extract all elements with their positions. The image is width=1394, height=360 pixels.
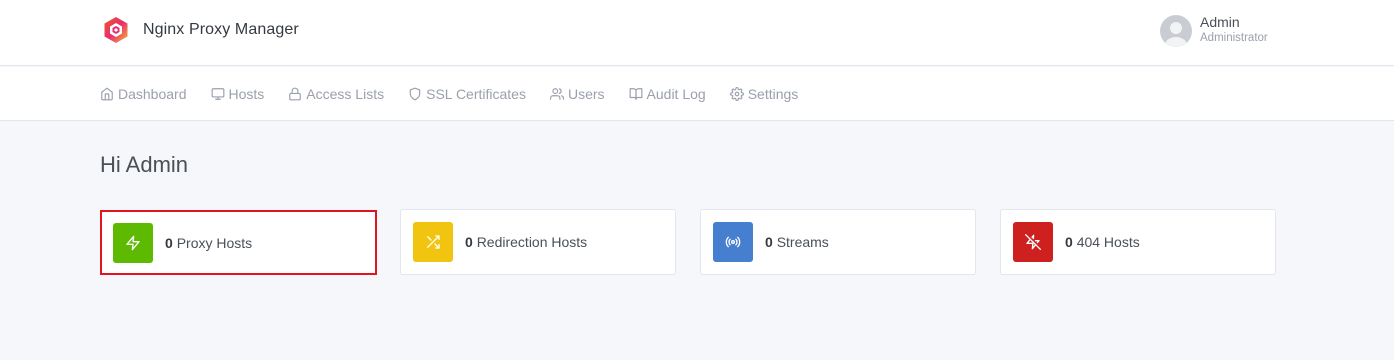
nav-item-label: Users bbox=[567, 86, 605, 102]
nginx-proxy-manager-logo-icon bbox=[104, 17, 128, 43]
stat-card-redirection-hosts[interactable]: 0 Redirection Hosts bbox=[400, 209, 676, 275]
stat-count: 0 bbox=[1065, 234, 1073, 250]
nav-item-audit-log[interactable]: Audit Log bbox=[629, 86, 706, 102]
main-nav: Dashboard Hosts Access Lists SSL Certifi… bbox=[100, 67, 822, 121]
settings-icon bbox=[729, 87, 744, 101]
users-icon bbox=[549, 88, 564, 100]
stat-count: 0 bbox=[465, 234, 473, 250]
nav-item-access-lists[interactable]: Access Lists bbox=[288, 86, 384, 102]
app-title: Nginx Proxy Manager bbox=[143, 21, 299, 38]
stat-icon-box bbox=[113, 222, 153, 263]
page-title: Hi Admin bbox=[100, 152, 189, 177]
nav-item-label: Audit Log bbox=[646, 86, 706, 102]
stat-icon-box bbox=[413, 222, 453, 262]
stat-icon-box bbox=[1013, 222, 1053, 262]
header: Nginx Proxy Manager Admin Administrator bbox=[0, 0, 1394, 66]
stat-name: Redirection Hosts bbox=[476, 234, 588, 250]
nav-item-ssl-certificates[interactable]: SSL Certificates bbox=[408, 86, 526, 102]
stat-name: 404 Hosts bbox=[1076, 234, 1140, 250]
stat-label: 0 Redirection Hosts bbox=[465, 234, 587, 250]
user-name: Admin bbox=[1200, 14, 1240, 30]
stat-count: 0 bbox=[165, 234, 173, 251]
stat-label: 0 Proxy Hosts bbox=[165, 235, 252, 251]
stat-card-404-hosts[interactable]: 0 404 Hosts bbox=[1000, 209, 1276, 275]
user-menu[interactable]: Admin Administrator bbox=[1160, 13, 1268, 47]
stat-icon-box bbox=[713, 222, 753, 262]
navbar: Dashboard Hosts Access Lists SSL Certifi… bbox=[0, 67, 1394, 121]
user-role: Administrator bbox=[1200, 32, 1268, 44]
stat-label: 0 404 Hosts bbox=[1065, 234, 1140, 250]
nav-item-label: Dashboard bbox=[118, 86, 187, 102]
shield-icon bbox=[409, 87, 421, 101]
stat-name: Streams bbox=[776, 234, 829, 250]
stat-label: 0 Streams bbox=[765, 234, 829, 250]
nav-item-dashboard[interactable]: Dashboard bbox=[100, 86, 187, 102]
stat-card-proxy-hosts[interactable]: 0 Proxy Hosts bbox=[100, 210, 377, 275]
nav-item-label: SSL Certificates bbox=[426, 86, 526, 102]
nav-item-label: Settings bbox=[747, 86, 799, 102]
stat-card-streams[interactable]: 0 Streams bbox=[700, 209, 976, 275]
zap-icon bbox=[126, 235, 140, 250]
nav-item-hosts[interactable]: Hosts bbox=[211, 86, 265, 102]
nav-item-label: Hosts bbox=[228, 86, 265, 102]
user-avatar-icon bbox=[1160, 15, 1192, 47]
monitor-icon bbox=[211, 88, 224, 100]
radio-icon bbox=[725, 236, 741, 248]
nav-item-settings[interactable]: Settings bbox=[729, 86, 799, 102]
shuffle-icon bbox=[427, 235, 440, 249]
nav-item-label: Access Lists bbox=[306, 86, 385, 102]
book-icon bbox=[629, 88, 642, 100]
stat-count: 0 bbox=[765, 234, 773, 250]
lock-icon bbox=[289, 87, 302, 101]
nav-item-users[interactable]: Users bbox=[549, 86, 605, 102]
home-icon bbox=[101, 87, 113, 101]
stat-name: Proxy Hosts bbox=[176, 234, 253, 251]
brand[interactable]: Nginx Proxy Manager bbox=[101, 15, 299, 45]
zap-off-icon bbox=[1025, 234, 1041, 250]
